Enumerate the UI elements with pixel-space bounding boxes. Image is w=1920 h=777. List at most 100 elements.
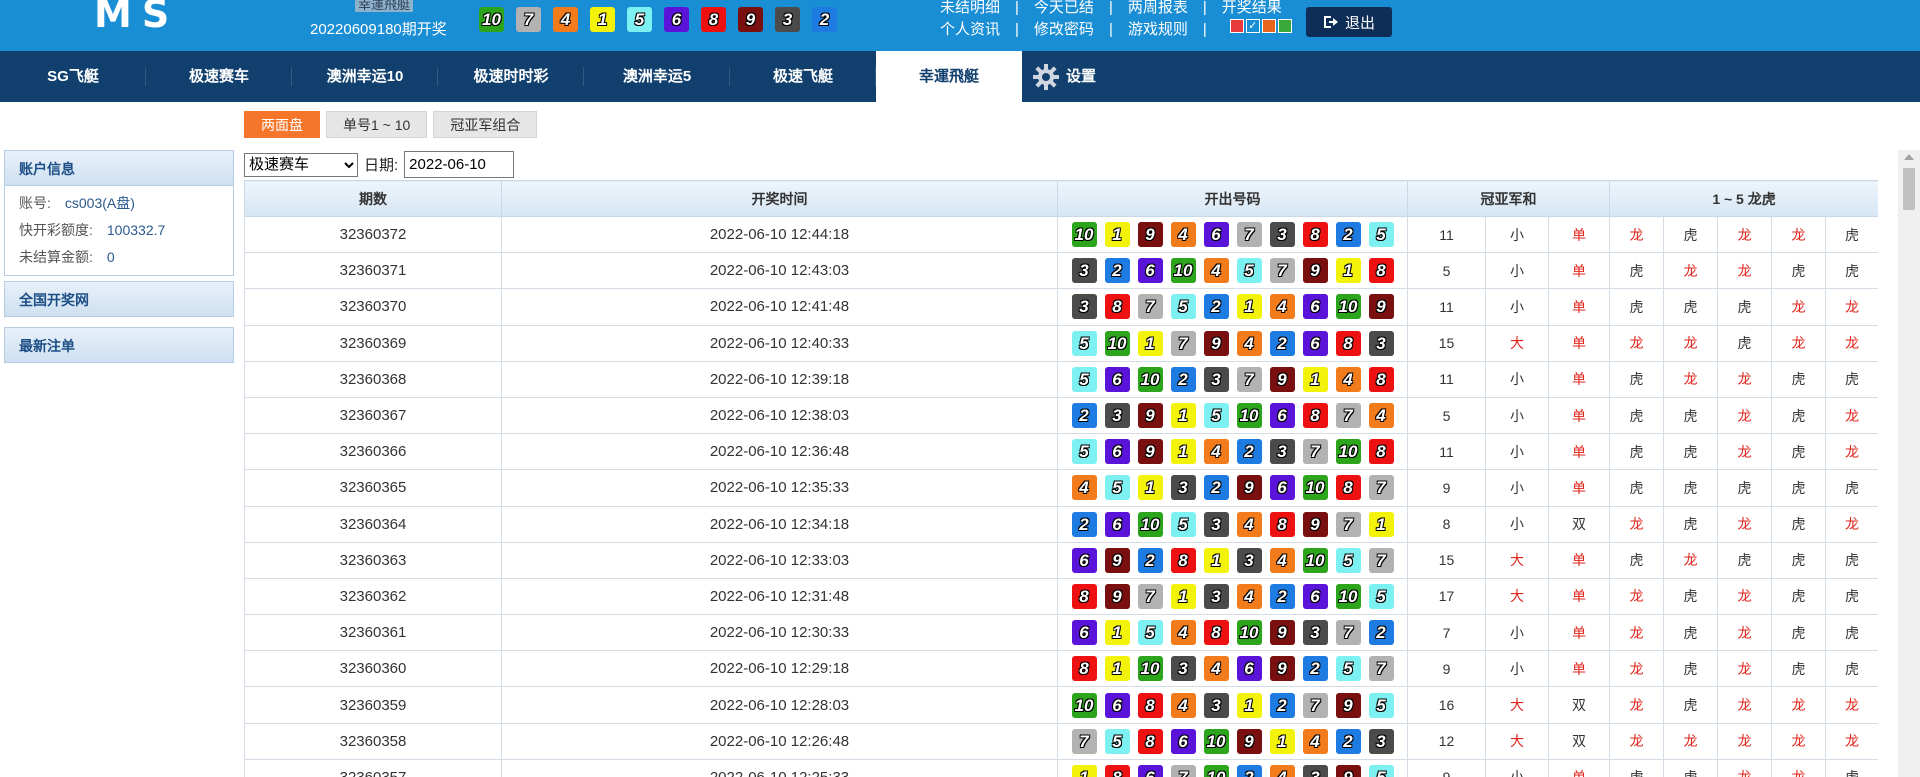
parity-cell: 双 [1548,505,1610,543]
table-row: 32360370 2022-06-10 12:41:48 3 8 7 5 2 1 4 6 10 9 11… [244,288,1878,326]
nav-jisu-shishicai[interactable]: 极速时时彩 [438,51,584,102]
link-two-week-report[interactable]: 两周报表 [1128,0,1188,19]
result-ball: 8 [1269,511,1295,537]
link-unsettled-detail[interactable]: 未结明细 [940,0,1000,19]
result-ball: 6 [1302,583,1328,609]
dragon-tiger-cell: 虎 [1824,758,1878,777]
dragon-tiger-cell: 虎 [1663,650,1718,688]
size-cell: 小 [1485,288,1549,326]
result-ball: 3 [1269,222,1295,248]
nav-xingyun-feiting[interactable]: 幸運飛艇 [876,51,1022,102]
theme-orange-swatch[interactable] [1261,19,1276,33]
result-ball: 1 [1236,692,1262,718]
nav-jisu-saiche[interactable]: 极速赛车 [146,51,292,102]
dragon-tiger-cell: 虎 [1663,288,1718,326]
result-ball: 1 [1368,511,1394,537]
nav-jisu-feiting[interactable]: 极速飞艇 [730,51,876,102]
national-draw-header[interactable]: 全国开奖网 [4,281,234,317]
draw-time-cell: 2022-06-10 12:31:48 [501,577,1058,616]
issue-cell: 32360367 [244,396,502,435]
result-ball: 9 [1137,439,1163,465]
page-scrollbar[interactable] [1898,150,1920,777]
sum-cell: 11 [1407,360,1486,398]
result-ball: 3 [1368,728,1394,754]
result-ball: 4 [1203,439,1229,465]
dragon-tiger-cell: 龙 [1663,541,1718,579]
result-ball: 1 [1104,620,1130,646]
quota-label: 快开彩额度: [19,222,93,238]
result-ball: 3 [1071,294,1097,320]
nav-aozhou-xingyun10[interactable]: 澳洲幸运10 [292,51,438,102]
scroll-up-arrow-icon[interactable] [1904,154,1914,160]
result-ball: 7 [1236,222,1262,248]
tab-single-number[interactable]: 单号1 ~ 10 [326,111,428,138]
result-ball: 2 [1269,330,1295,356]
dragon-tiger-cell: 虎 [1717,469,1772,507]
result-ball: 3 [775,7,800,32]
nav-settings[interactable]: 设置 [1022,51,1132,102]
dragon-tiger-cell: 虎 [1717,324,1772,362]
dragon-tiger-cell: 虎 [1663,396,1718,435]
result-ball: 2 [1170,366,1196,392]
draw-time-cell: 2022-06-10 12:26:48 [501,722,1058,760]
link-settled-today[interactable]: 今天已结 [1034,0,1094,19]
theme-swatches: ✓ [1229,19,1292,41]
nav-aozhou-xingyun5[interactable]: 澳洲幸运5 [584,51,730,102]
result-ball: 5 [627,7,652,32]
result-ball: 3 [1302,620,1328,646]
scroll-thumb[interactable] [1903,168,1915,210]
result-ball: 4 [1170,620,1196,646]
dragon-tiger-cell: 龙 [1717,614,1772,652]
table-row: 32360366 2022-06-10 12:36:48 5 6 9 1 4 2 3 7 10 8 11… [244,433,1878,471]
dragon-tiger-cell: 虎 [1824,252,1878,290]
nav-sg-feiting[interactable]: SG飞艇 [0,51,146,102]
theme-green-swatch[interactable] [1277,19,1292,33]
draw-time-cell: 2022-06-10 12:43:03 [501,252,1058,290]
table-row: 32360358 2022-06-10 12:26:48 7 5 8 6 10 9 1 4 2 3 12… [244,722,1878,760]
result-ball: 10 [1236,620,1262,646]
issue-cell: 32360371 [244,252,502,290]
result-ball: 8 [1170,547,1196,573]
tab-two-sides[interactable]: 两面盘 [244,111,320,138]
theme-blue-swatch[interactable]: ✓ [1245,19,1260,33]
size-cell: 大 [1485,722,1549,760]
result-ball: 5 [1170,294,1196,320]
account-info-header[interactable]: 账户信息 [4,150,234,186]
dragon-tiger-cell: 龙 [1609,614,1664,652]
theme-red-swatch[interactable] [1229,19,1244,33]
draw-time-cell: 2022-06-10 12:38:03 [501,396,1058,435]
dragon-tiger-cell: 龙 [1824,505,1878,543]
result-ball: 2 [1236,764,1262,777]
latest-bets-header[interactable]: 最新注单 [4,327,234,363]
game-select[interactable]: 极速赛车 [244,152,358,177]
dragon-tiger-cell: 龙 [1717,722,1772,760]
numbers-cell: 7 5 8 6 10 9 1 4 2 3 [1057,722,1408,760]
parity-cell: 双 [1548,686,1610,724]
tab-champion-combo[interactable]: 冠亚军组合 [433,111,538,138]
table-row: 32360359 2022-06-10 12:28:03 10 6 8 4 3 1 2 7 9 5 16… [244,686,1878,724]
size-cell: 小 [1485,215,1549,254]
dragon-tiger-cell: 龙 [1609,686,1664,724]
dragon-tiger-cell: 龙 [1824,433,1878,471]
sum-cell: 7 [1407,614,1486,652]
date-input[interactable] [404,151,515,178]
last-result-balls: 10 7 4 1 5 6 8 9 3 2 [479,7,837,32]
logout-button[interactable]: 退出 [1306,7,1392,37]
link-game-rules[interactable]: 游戏规则 [1128,19,1188,41]
link-change-password[interactable]: 修改密码 [1034,19,1094,41]
result-ball: 5 [1170,511,1196,537]
result-ball: 6 [1071,620,1097,646]
link-draw-results[interactable]: 开奖结果 [1222,0,1282,19]
result-ball: 9 [1335,692,1361,718]
dragon-tiger-cell: 龙 [1824,396,1878,435]
numbers-cell: 3 8 7 5 2 1 4 6 10 9 [1057,288,1408,326]
result-ball: 9 [1137,222,1163,248]
dragon-tiger-cell: 龙 [1717,650,1772,688]
link-personal-info[interactable]: 个人资讯 [940,19,1000,41]
dragon-tiger-cell: 虎 [1663,686,1718,724]
dragon-tiger-cell: 虎 [1771,469,1826,507]
parity-cell: 单 [1548,469,1610,507]
numbers-cell: 6 9 2 8 1 3 4 10 5 7 [1057,541,1408,579]
numbers-cell: 5 10 1 7 9 4 2 6 8 3 [1057,324,1408,362]
dragon-tiger-cell: 龙 [1771,758,1826,777]
